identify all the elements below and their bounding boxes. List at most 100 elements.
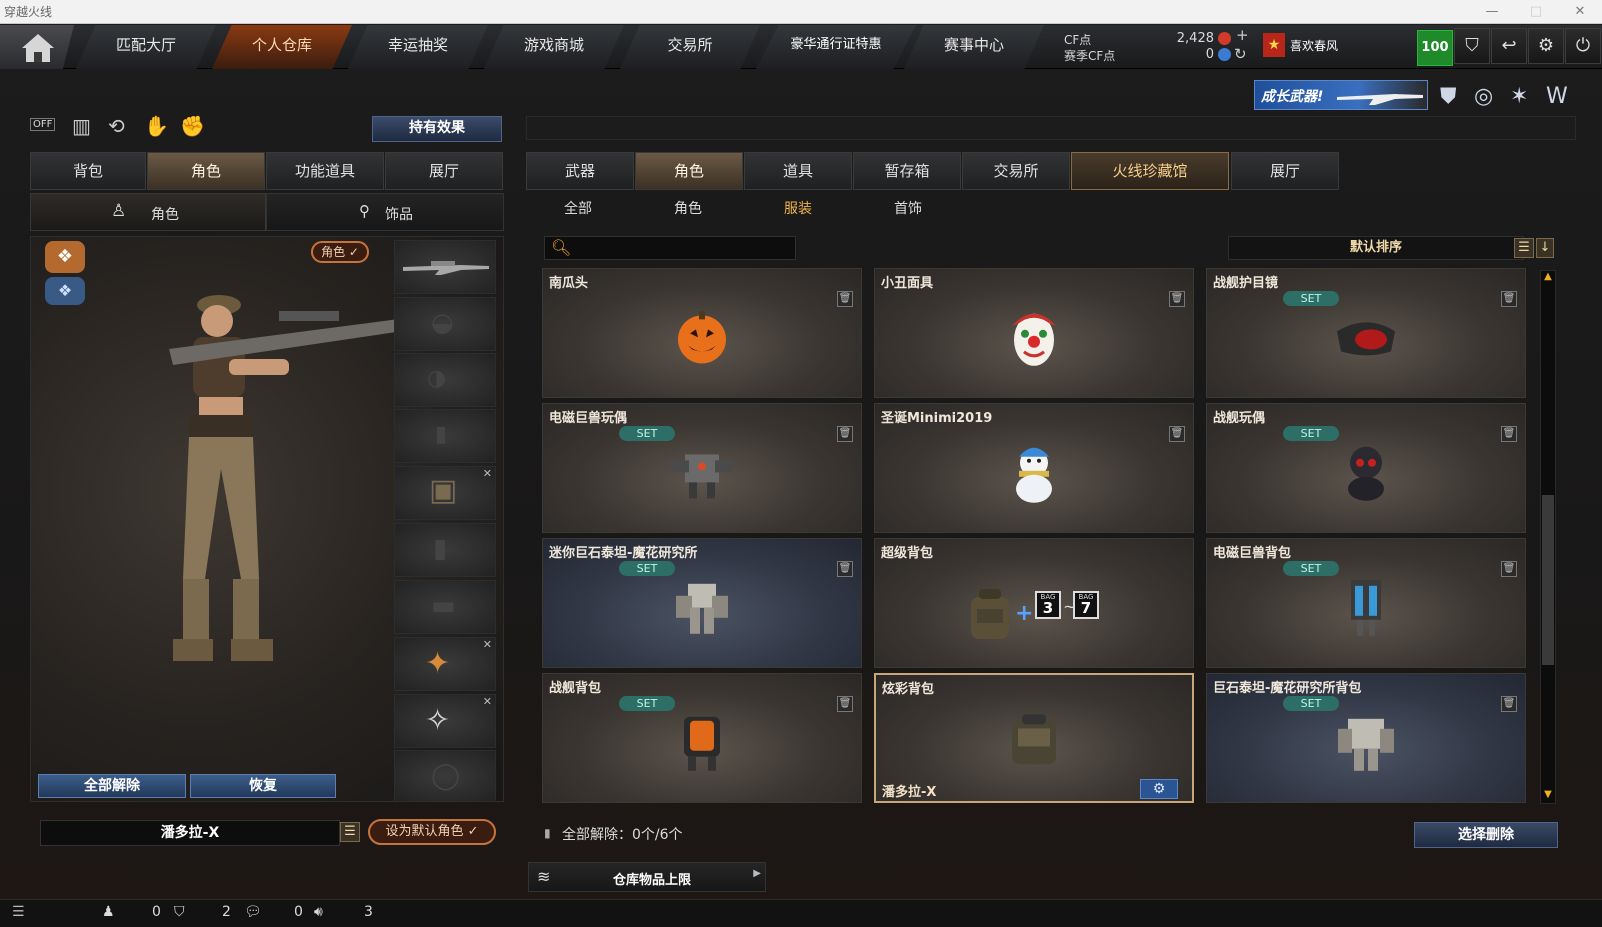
scroll-down-icon[interactable]: ▼: [1542, 789, 1554, 803]
tab-showroom[interactable]: 展厅: [385, 152, 503, 190]
tab-deluxe-pass[interactable]: 豪华通行证特惠: [756, 25, 916, 69]
refresh-icon[interactable]: ↻: [1234, 45, 1247, 63]
item-card-selected[interactable]: 炫彩背包 潘多拉-X ⚙: [874, 673, 1194, 803]
slot-face[interactable]: ▮: [394, 409, 496, 463]
maximize-button[interactable]: □: [1514, 0, 1558, 24]
sort-direction-icon[interactable]: ↓: [1536, 238, 1554, 258]
tab-game-mall[interactable]: 游戏商城: [484, 25, 624, 69]
slot-head[interactable]: ◒: [394, 297, 496, 351]
add-cf-button[interactable]: +: [1236, 26, 1249, 44]
return-icon[interactable]: ↩: [1491, 28, 1527, 64]
remove-icon[interactable]: ✕: [483, 695, 492, 708]
slot-weapon[interactable]: [394, 240, 496, 294]
item-card[interactable]: 小丑面具 🗑︎: [874, 268, 1194, 398]
item-card[interactable]: 战舰背包 SET 🗑︎: [542, 673, 862, 803]
globe-icon[interactable]: ◎: [1474, 84, 1493, 109]
podium-icon[interactable]: ▥: [72, 114, 91, 138]
growth-weapon-banner[interactable]: 成长武器!: [1254, 80, 1428, 110]
subtab-character[interactable]: ♙ 角色: [30, 193, 266, 231]
character-model[interactable]: [109, 279, 409, 749]
menu-icon[interactable]: ☰: [12, 904, 25, 920]
item-card[interactable]: 超级背包 🗑︎ + BAG 3 ~ BAG 7: [874, 538, 1194, 668]
volume-icon[interactable]: 🔊︎: [314, 904, 323, 920]
subtab-costume[interactable]: 服装: [768, 194, 828, 224]
remove-icon[interactable]: ✕: [483, 467, 492, 480]
tab-lucky-draw[interactable]: 幸运抽奖: [348, 25, 488, 69]
trash-icon[interactable]: 🗑︎: [837, 696, 853, 712]
tab-backpack[interactable]: 背包: [30, 152, 146, 190]
gear-icon[interactable]: ⚙: [1140, 779, 1178, 799]
tab-exchange[interactable]: 交易所: [620, 25, 760, 69]
slot-eyes[interactable]: ◑: [394, 353, 496, 407]
minimize-button[interactable]: —: [1470, 0, 1514, 24]
trash-icon[interactable]: 🗑︎: [1501, 696, 1517, 712]
tab-character[interactable]: 角色: [147, 152, 265, 190]
tab-match-lobby[interactable]: 匹配大厅: [76, 25, 216, 69]
list-icon[interactable]: ☰: [340, 822, 360, 842]
slot-backpack[interactable]: ▣ ✕: [394, 466, 496, 520]
restore-button[interactable]: 恢复: [190, 774, 336, 798]
search-input[interactable]: 🔍︎: [544, 236, 796, 260]
toggle-off-icon[interactable]: OFF: [30, 118, 56, 131]
trash-icon[interactable]: 🗑︎: [1501, 291, 1517, 307]
home-button[interactable]: [0, 25, 74, 69]
tab-exchange-right[interactable]: 交易所: [962, 152, 1070, 190]
item-card[interactable]: 战舰玩偶 SET 🗑︎: [1206, 403, 1526, 533]
trash-icon[interactable]: 🗑︎: [837, 561, 853, 577]
tab-temp-box[interactable]: 暂存箱: [853, 152, 961, 190]
tab-function-items[interactable]: 功能道具: [266, 152, 384, 190]
tab-weapons[interactable]: 武器: [526, 152, 634, 190]
unequip-all-button[interactable]: 全部解除: [38, 774, 186, 798]
gear-icon[interactable]: ⚙: [1528, 28, 1564, 64]
slot-body[interactable]: ▮: [394, 523, 496, 577]
subtab-accessory[interactable]: ⚲ 饰品: [266, 193, 504, 231]
item-card[interactable]: 巨石泰坦-魔花研究所背包 SET 🗑︎: [1206, 673, 1526, 803]
remove-icon[interactable]: ✕: [483, 638, 492, 651]
subtab-jewelry[interactable]: 首饰: [878, 194, 938, 224]
scrollbar-thumb[interactable]: [1542, 495, 1554, 665]
tab-personal-warehouse[interactable]: 个人仓库: [212, 25, 352, 69]
scroll-up-icon[interactable]: ▲: [1542, 271, 1554, 285]
trash-icon[interactable]: 🗑︎: [1501, 561, 1517, 577]
clan-icon[interactable]: ⛉: [174, 904, 185, 920]
emblem-icon[interactable]: ⛊: [1440, 84, 1457, 109]
item-card[interactable]: 电磁巨兽玩偶 SET 🗑︎: [542, 403, 862, 533]
wing-icon[interactable]: W: [1546, 84, 1568, 109]
chat-icon[interactable]: 💬︎: [244, 904, 262, 920]
role-badge[interactable]: 角色 ✓: [311, 241, 369, 263]
trash-icon[interactable]: 🗑︎: [1501, 426, 1517, 442]
power-icon[interactable]: ⏻: [1565, 28, 1601, 64]
item-card[interactable]: 迷你巨石泰坦-魔花研究所 SET 🗑︎: [542, 538, 862, 668]
sort-dropdown[interactable]: 默认排序: [1228, 236, 1524, 260]
pose-icon[interactable]: ✋: [144, 114, 169, 138]
close-button[interactable]: ✕: [1558, 0, 1602, 24]
hold-effect-button[interactable]: 持有效果: [372, 116, 502, 142]
storage-limit-bar[interactable]: ≋ 仓库物品上限 ▶: [528, 862, 766, 892]
class-badge-2-icon[interactable]: ❖: [45, 277, 85, 305]
gesture-icon[interactable]: ✊: [180, 114, 205, 138]
trash-icon[interactable]: 🗑︎: [837, 426, 853, 442]
select-delete-button[interactable]: 选择删除: [1414, 822, 1558, 848]
slot-pet[interactable]: ✦ ✕: [394, 637, 496, 691]
friends-icon[interactable]: ♟: [102, 904, 115, 920]
slot-legs[interactable]: ▬: [394, 580, 496, 634]
tab-collection-hall[interactable]: 火线珍藏馆: [1071, 152, 1229, 190]
slot-extra[interactable]: ◯: [394, 750, 496, 802]
item-card[interactable]: 南瓜头 🗑︎: [542, 268, 862, 398]
rotate-icon[interactable]: ⟲: [108, 114, 125, 138]
item-card[interactable]: 战舰护目镜 SET 🗑︎: [1206, 268, 1526, 398]
class-badge-icon[interactable]: ❖: [45, 241, 85, 273]
tab-event-center[interactable]: 赛事中心: [904, 25, 1044, 69]
set-default-character-button[interactable]: 设为默认角色 ✓: [368, 819, 496, 845]
tab-items[interactable]: 道具: [744, 152, 852, 190]
shield-icon[interactable]: ⛉: [1454, 28, 1490, 64]
claw-icon[interactable]: ✶: [1510, 84, 1528, 109]
sort-list-icon[interactable]: ☰: [1514, 238, 1534, 258]
tab-characters[interactable]: 角色: [635, 152, 743, 190]
subtab-role[interactable]: 角色: [658, 194, 718, 224]
level-badge[interactable]: 100: [1417, 30, 1453, 66]
trash-icon[interactable]: 🗑︎: [837, 291, 853, 307]
tab-showroom-right[interactable]: 展厅: [1231, 152, 1339, 190]
item-card[interactable]: 电磁巨兽背包 SET 🗑︎: [1206, 538, 1526, 668]
trash-icon[interactable]: 🗑︎: [1169, 426, 1185, 442]
